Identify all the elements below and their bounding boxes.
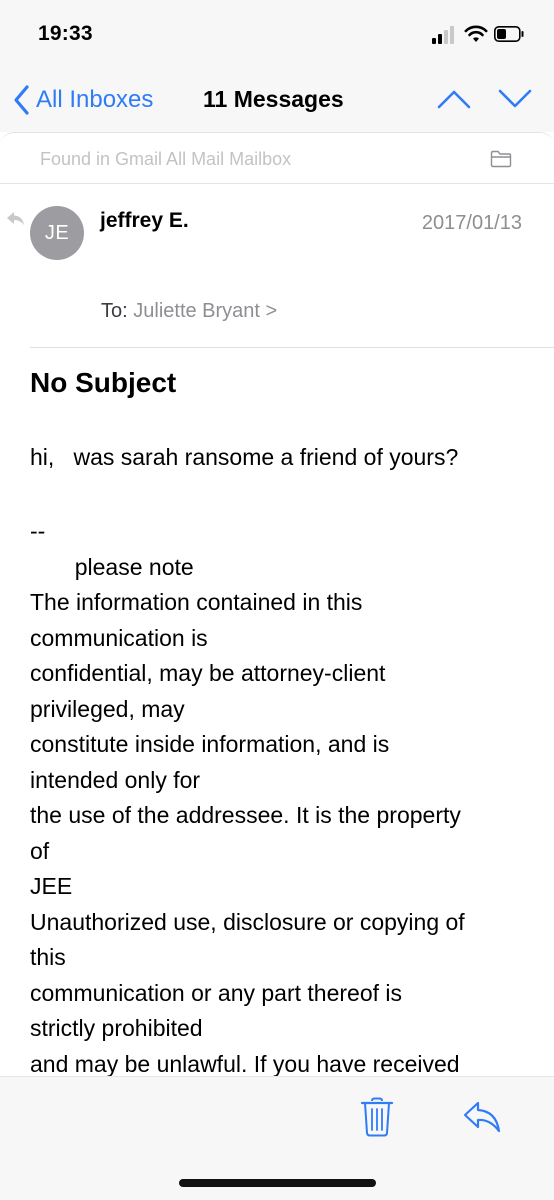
trash-icon[interactable]	[360, 1096, 394, 1138]
sender-name[interactable]: jeffrey E.	[100, 209, 189, 233]
page-title: 11 Messages	[203, 86, 344, 112]
status-time: 19:33	[38, 22, 93, 45]
top-chrome: 19:33 All Inboxes 11 Messages	[0, 0, 554, 132]
found-in-banner: Found in Gmail All Mail Mailbox	[0, 132, 554, 184]
chevron-up-icon[interactable]	[436, 86, 472, 112]
header-divider	[30, 347, 554, 348]
message-body: -- please note The information contained…	[30, 518, 465, 1077]
recipient-name[interactable]: Juliette Bryant >	[133, 300, 277, 322]
back-button[interactable]: All Inboxes	[12, 84, 153, 116]
to-label: To:	[101, 300, 128, 322]
status-icons	[432, 24, 532, 46]
reply-indicator-icon	[7, 212, 24, 225]
cellular-signal-icon	[432, 24, 458, 44]
back-button-label: All Inboxes	[36, 86, 154, 113]
chevron-down-icon[interactable]	[497, 86, 533, 112]
wifi-icon	[464, 25, 488, 42]
found-in-text: Found in Gmail All Mail Mailbox	[40, 149, 292, 169]
message-greeting: hi, was sarah ransome a friend of yours?	[30, 444, 459, 470]
avatar: JE	[30, 206, 84, 260]
chevron-left-icon	[14, 85, 29, 115]
message-subject: No Subject	[30, 367, 177, 398]
battery-icon	[494, 26, 524, 42]
message-date: 2017/01/13	[421, 212, 522, 234]
reply-icon[interactable]	[462, 1100, 502, 1134]
recipient-line[interactable]: To: Juliette Bryant >	[101, 300, 277, 323]
mail-message-screen: 19:33 All Inboxes 11 Messages Found in G…	[0, 0, 554, 1200]
home-indicator[interactable]	[179, 1179, 376, 1187]
folder-icon[interactable]	[490, 150, 512, 168]
